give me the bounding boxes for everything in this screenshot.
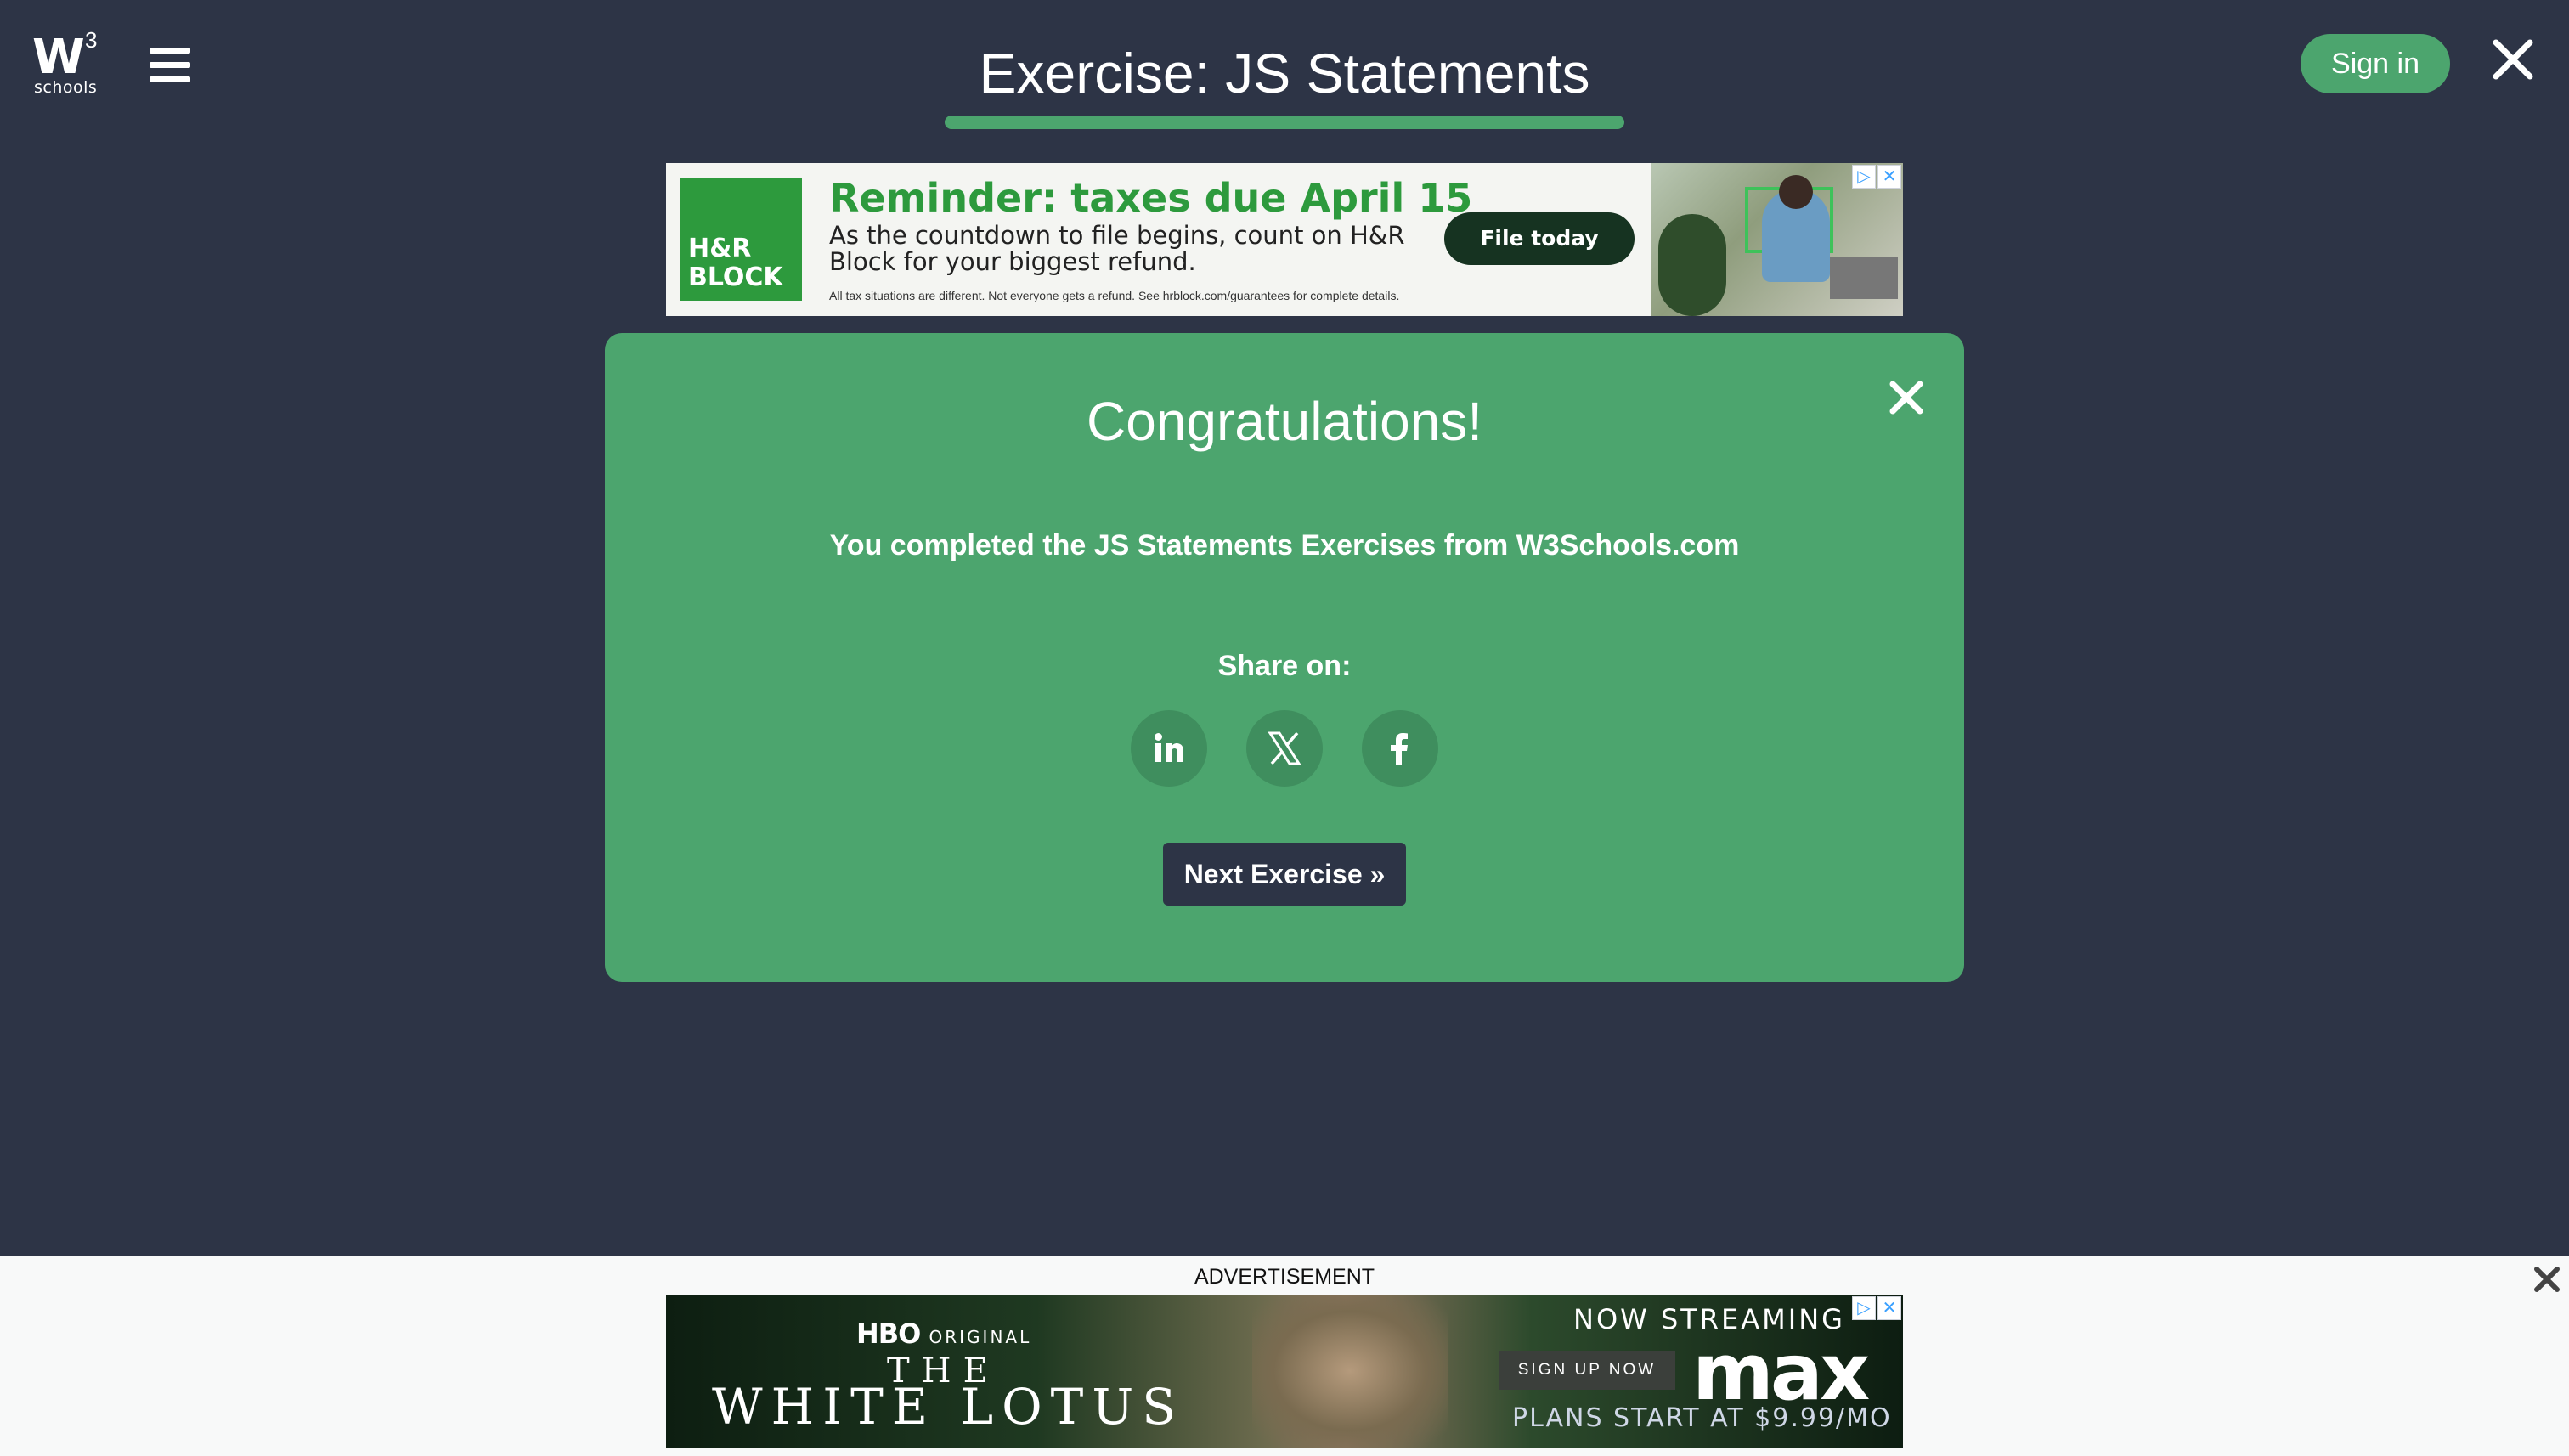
max-logo: max bbox=[1692, 1327, 1870, 1418]
share-linkedin-button[interactable] bbox=[1131, 710, 1207, 787]
share-label: Share on: bbox=[1217, 650, 1352, 682]
facebook-icon bbox=[1391, 733, 1408, 765]
hr-block-brand: H&R BLOCK bbox=[688, 234, 783, 292]
bottom-advertisement[interactable]: HBO ORIGINAL THE WHITE LOTUS NOW STREAMI… bbox=[666, 1295, 1903, 1448]
plant-shape bbox=[1658, 214, 1726, 316]
x-icon bbox=[1268, 731, 1301, 765]
bottom-ad-bar: ADVERTISEMENT HBO ORIGINAL THE WHITE LOT… bbox=[0, 1256, 2569, 1456]
ad-close-icon[interactable]: ✕ bbox=[1877, 165, 1901, 189]
sign-in-button[interactable]: Sign in bbox=[2301, 34, 2450, 93]
hbo-logo: HBO ORIGINAL bbox=[856, 1318, 1031, 1352]
bottom-ad-choices[interactable]: ▷ ✕ bbox=[1852, 1296, 1901, 1320]
file-today-button[interactable]: File today bbox=[1444, 212, 1635, 265]
hr-block-logo: H&R BLOCK bbox=[680, 178, 802, 301]
advertisement-label: ADVERTISEMENT bbox=[1194, 1265, 1375, 1289]
linkedin-icon bbox=[1155, 733, 1183, 762]
close-icon[interactable] bbox=[2487, 34, 2538, 85]
plans-text: PLANS START AT $9.99/MO bbox=[1512, 1403, 1892, 1433]
ad-headline: Reminder: taxes due April 15 bbox=[829, 175, 1473, 221]
laptop-shape bbox=[1830, 257, 1898, 299]
title-underline bbox=[945, 116, 1624, 129]
ad-subtext: As the countdown to file begins, count o… bbox=[829, 221, 1405, 276]
hbo-original-text: ORIGINAL bbox=[929, 1327, 1032, 1347]
sign-up-now-button[interactable]: SIGN UP NOW bbox=[1499, 1351, 1675, 1390]
person-head bbox=[1779, 175, 1813, 209]
hbo-text: HBO bbox=[856, 1318, 921, 1350]
page-title: Exercise: JS Statements bbox=[979, 42, 1590, 104]
ad-choices-icon[interactable]: ▷ bbox=[1852, 1296, 1876, 1320]
ad-fine-print: All tax situations are different. Not ev… bbox=[829, 289, 1400, 302]
bottom-ad-close-icon[interactable] bbox=[2530, 1262, 2564, 1296]
ad-choices[interactable]: ▷ ✕ bbox=[1852, 165, 1901, 189]
show-title: WHITE LOTUS bbox=[712, 1378, 1184, 1436]
next-exercise-button[interactable]: Next Exercise » bbox=[1163, 843, 1406, 906]
share-facebook-button[interactable] bbox=[1362, 710, 1438, 787]
completion-message: You completed the JS Statements Exercise… bbox=[829, 529, 1740, 562]
cast-image bbox=[1252, 1295, 1448, 1448]
share-x-button[interactable] bbox=[1246, 710, 1323, 787]
ad-choices-icon[interactable]: ▷ bbox=[1852, 165, 1876, 189]
congratulations-modal: Congratulations! You completed the JS St… bbox=[605, 333, 1964, 982]
congratulations-heading: Congratulations! bbox=[1086, 391, 1483, 452]
ad-close-icon[interactable]: ✕ bbox=[1877, 1296, 1901, 1320]
top-advertisement[interactable]: H&R BLOCK Reminder: taxes due April 15 A… bbox=[666, 163, 1903, 316]
